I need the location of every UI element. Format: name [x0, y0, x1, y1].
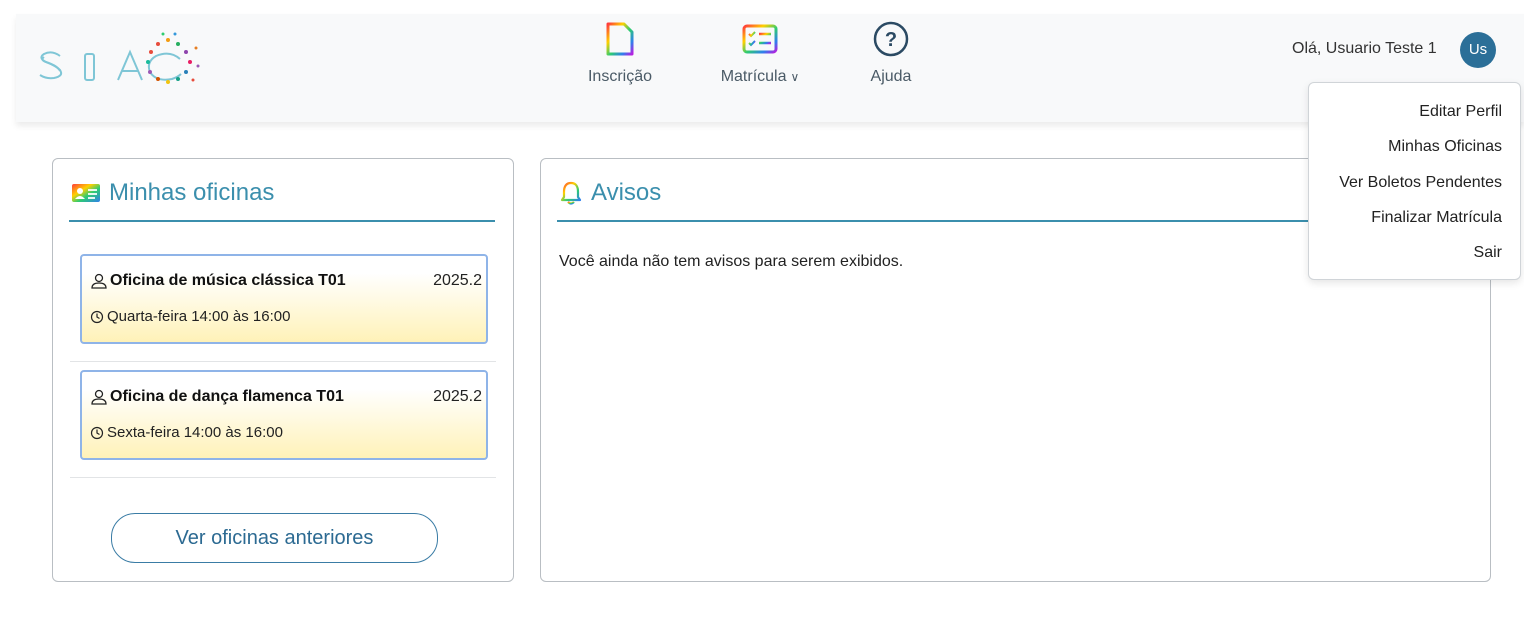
- nav-inscricao[interactable]: Inscrição: [581, 20, 659, 86]
- workshop-schedule: Sexta-feira 14:00 às 16:00: [107, 424, 283, 441]
- workshop-card[interactable]: Oficina de música clássica T01 2025.2 Qu…: [80, 254, 488, 344]
- workshop-period: 2025.2: [433, 388, 482, 405]
- svg-text:?: ?: [885, 29, 897, 51]
- help-icon: ?: [873, 21, 909, 57]
- menu-item-finalizar-matricula[interactable]: Finalizar Matrícula: [1371, 209, 1502, 227]
- nav-matricula-label: Matrícula: [720, 68, 787, 85]
- nav-ajuda-label: Ajuda: [870, 68, 912, 85]
- chevron-down-icon: ∨: [790, 70, 800, 84]
- avisos-title: Avisos: [559, 179, 661, 207]
- avisos-title-text: Avisos: [591, 179, 662, 206]
- avisos-empty-message: Você ainda não tem avisos para serem exi…: [559, 253, 904, 270]
- siac-logo[interactable]: [30, 26, 205, 86]
- user-greeting[interactable]: Olá, Usuario Teste 1: [1292, 40, 1437, 58]
- divider: [70, 477, 496, 478]
- workshop-period: 2025.2: [433, 272, 482, 289]
- checklist-icon: [742, 24, 778, 54]
- ver-oficinas-anteriores-button[interactable]: Ver oficinas anteriores: [111, 513, 438, 563]
- person-icon: [91, 273, 107, 289]
- nav-inscricao-label: Inscrição: [587, 68, 653, 85]
- minhas-oficinas-title-text: Minhas oficinas: [109, 179, 275, 206]
- nav-matricula[interactable]: Matrícula ∨: [704, 20, 816, 86]
- workshop-name-row: Oficina de dança flamenca T01: [90, 388, 344, 406]
- minhas-oficinas-card: Minhas oficinas Oficina de música clássi…: [52, 158, 514, 582]
- clock-icon: [90, 426, 104, 439]
- nav-ajuda[interactable]: ? Ajuda: [856, 20, 926, 86]
- title-divider: [69, 220, 495, 222]
- avatar[interactable]: Us: [1460, 32, 1496, 68]
- workshop-schedule-row: Sexta-feira 14:00 às 16:00: [90, 424, 283, 441]
- workshop-schedule: Quarta-feira 14:00 às 16:00: [107, 308, 291, 325]
- document-icon: [606, 22, 634, 56]
- top-navbar: Inscrição Matrícula ∨ ? Ajuda: [16, 14, 1524, 122]
- menu-item-editar-perfil[interactable]: Editar Perfil: [1419, 103, 1502, 121]
- divider: [70, 361, 496, 362]
- menu-item-sair[interactable]: Sair: [1474, 244, 1502, 262]
- user-menu-dropdown: Editar Perfil Minhas Oficinas Ver Boleto…: [1308, 82, 1521, 280]
- menu-item-ver-boletos[interactable]: Ver Boletos Pendentes: [1339, 174, 1502, 192]
- workshop-card[interactable]: Oficina de dança flamenca T01 2025.2 Sex…: [80, 370, 488, 460]
- workshop-name: Oficina de música clássica T01: [110, 272, 346, 289]
- workshop-name: Oficina de dança flamenca T01: [110, 388, 344, 405]
- menu-item-minhas-oficinas[interactable]: Minhas Oficinas: [1388, 138, 1502, 156]
- workshop-name-row: Oficina de música clássica T01: [90, 272, 346, 290]
- workshop-schedule-row: Quarta-feira 14:00 às 16:00: [90, 308, 290, 325]
- clock-icon: [90, 310, 104, 323]
- id-card-icon: [72, 184, 100, 202]
- minhas-oficinas-title: Minhas oficinas: [71, 179, 274, 207]
- person-icon: [91, 389, 107, 405]
- bell-icon: [560, 181, 582, 205]
